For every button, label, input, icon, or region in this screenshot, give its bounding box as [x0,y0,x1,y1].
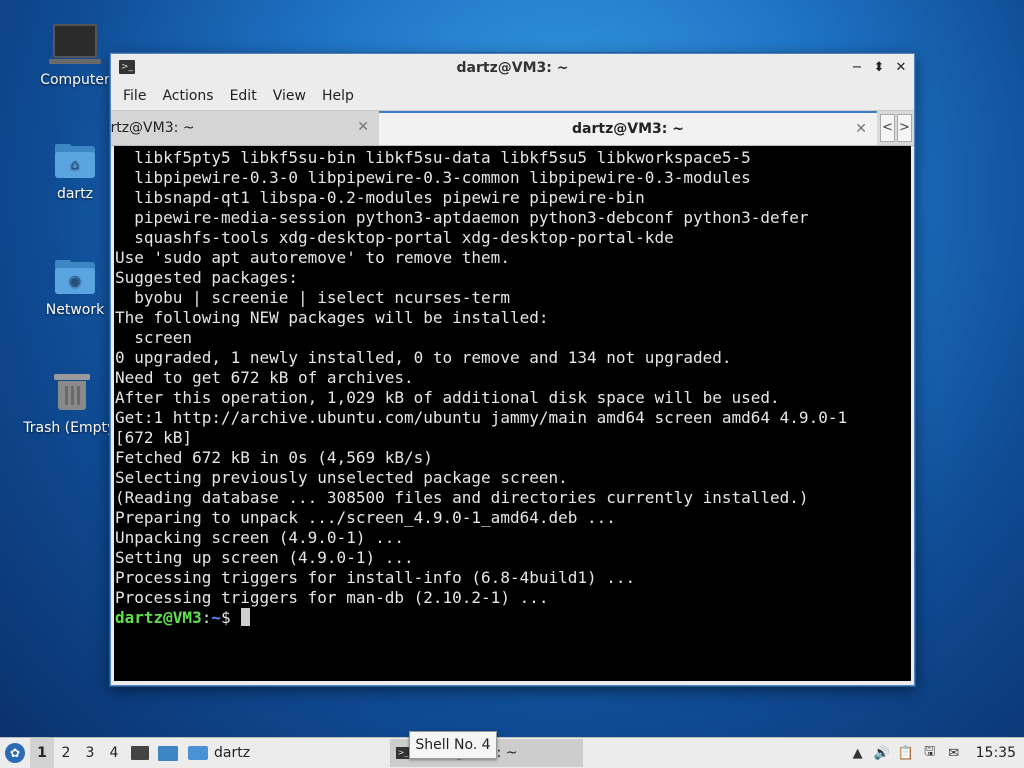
terminal-line: 0 upgraded, 1 newly installed, 0 to remo… [115,348,732,367]
maximize-button[interactable]: ⬍ [872,59,886,77]
tab-close-icon[interactable]: ✕ [855,121,867,137]
tab-shell-2[interactable]: dartz@VM3: ~ ✕ [379,111,877,145]
menu-actions[interactable]: Actions [154,88,221,104]
show-desktop-button[interactable] [154,738,182,768]
terminal-line: Get:1 http://archive.ubuntu.com/ubuntu j… [115,408,848,427]
terminal-line: Unpacking screen (4.9.0-1) ... [115,528,404,547]
terminal-line: pipewire-media-session python3-aptdaemon… [115,208,809,227]
workspace-2[interactable]: 2 [54,738,78,768]
quicklaunch-folder-label: dartz [214,745,251,761]
window-titlebar[interactable]: >_ dartz@VM3: ~ − ⬍ ✕ [111,54,914,82]
terminal-line: [672 kB] [115,428,193,447]
prompt-separator: : [201,608,212,627]
terminal-line: Use 'sudo apt autoremove' to remove them… [115,248,510,267]
workspace-3[interactable]: 3 [78,738,102,768]
taskbar: ✿ 1 2 3 4 dartz >_ dartz@VM3: ~ ▲ 🔊 📋 🖫 … [0,737,1024,768]
tooltip: Shell No. 4 [409,731,497,759]
computer-icon [49,24,101,64]
tab-scroll-right-button[interactable]: > [897,114,912,142]
terminal-task-icon: >_ [396,747,410,759]
terminal-line: Setting up screen (4.9.0-1) ... [115,548,414,567]
network-icon[interactable]: 🖫 [922,744,938,761]
menu-view[interactable]: View [265,88,314,104]
terminal-text: libkf5pty5 libkf5su-bin libkf5su-data li… [114,146,911,628]
terminal-line: screen [115,328,193,347]
terminal-line: libkf5pty5 libkf5su-bin libkf5su-data li… [115,148,751,167]
updates-icon[interactable]: ▲ [850,745,866,761]
clock[interactable]: 15:35 [976,745,1016,761]
terminal-line: Fetched 672 kB in 0s (4,569 kB/s) [115,448,433,467]
terminal-line: byobu | screenie | iselect ncurses-term [115,288,510,307]
volume-icon[interactable]: 🔊 [874,745,890,761]
terminal-line: Selecting previously unselected package … [115,468,568,487]
tab-label: dartz@VM3: ~ [572,121,684,137]
tab-scroll-controls: < > [880,114,912,142]
terminal-line: Need to get 672 kB of archives. [115,368,414,387]
terminal-line: Processing triggers for man-db (2.10.2-1… [115,588,549,607]
minimize-button[interactable]: − [850,59,864,77]
menu-file[interactable]: File [115,88,154,104]
terminal-app-icon: >_ [119,60,135,74]
show-desktop-icon [158,745,178,761]
terminal-cursor [241,608,251,626]
folder-icon [188,746,208,760]
workspace-4[interactable]: 4 [102,738,126,768]
terminal-line: squashfs-tools xdg-desktop-portal xdg-de… [115,228,674,247]
terminal-line: The following NEW packages will be insta… [115,308,549,327]
terminal-launcher-icon [131,746,149,760]
prompt-symbol: $ [220,608,241,627]
terminal-line: libpipewire-0.3-0 libpipewire-0.3-common… [115,168,751,187]
system-tray: ▲ 🔊 📋 🖫 ✉ 15:35 [850,738,1024,768]
tab-label: dartz@VM3: ~ [111,120,195,136]
lubuntu-logo-icon: ✿ [5,743,25,763]
tab-close-icon[interactable]: ✕ [357,119,369,135]
terminal-line: libsnapd-qt1 libspa-0.2-modules pipewire… [115,188,645,207]
quicklaunch-terminal[interactable] [126,738,154,768]
notification-icon[interactable]: ✉ [946,745,962,761]
start-menu-button[interactable]: ✿ [0,738,30,768]
trash-icon [54,374,90,410]
prompt-path: ~ [211,608,221,627]
terminal-prompt: dartz@VM3:~$ [115,608,911,628]
window-title: dartz@VM3: ~ [456,60,569,76]
menubar: File Actions Edit View Help [111,82,914,110]
tab-bar: dartz@VM3: ~ ✕ dartz@VM3: ~ ✕ < > [111,110,914,146]
menu-edit[interactable]: Edit [222,88,265,104]
terminal-line: After this operation, 1,029 kB of additi… [115,388,780,407]
terminal-line: Preparing to unpack .../screen_4.9.0-1_a… [115,508,616,527]
tab-scroll-left-button[interactable]: < [880,114,895,142]
network-folder-icon: ◉ [55,260,95,294]
tab-shell-1[interactable]: dartz@VM3: ~ ✕ [111,111,379,145]
terminal-window[interactable]: >_ dartz@VM3: ~ − ⬍ ✕ File Actions Edit … [110,53,915,686]
terminal-line: Suggested packages: [115,268,299,287]
menu-help[interactable]: Help [314,88,362,104]
clipboard-icon[interactable]: 📋 [898,745,914,761]
terminal-line: Processing triggers for install-info (6.… [115,568,636,587]
terminal-line: (Reading database ... 308500 files and d… [115,488,809,507]
prompt-user: dartz@VM3 [115,608,202,627]
terminal-output[interactable]: libkf5pty5 libkf5su-bin libkf5su-data li… [114,146,911,681]
home-folder-icon: ⌂ [55,144,95,178]
close-button[interactable]: ✕ [894,59,908,77]
window-controls: − ⬍ ✕ [850,59,908,77]
quicklaunch-folder[interactable]: dartz [182,738,250,768]
workspace-1[interactable]: 1 [30,738,54,768]
